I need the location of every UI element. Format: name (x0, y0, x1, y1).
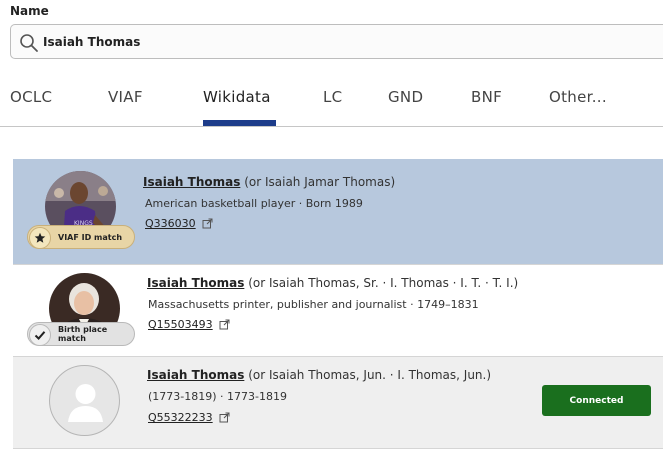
source-tabs: OCLC VIAF Wikidata LC GND BNF Other... (0, 82, 663, 127)
result-aliases: (or Isaiah Thomas, Sr. · I. Thomas · I. … (248, 276, 519, 290)
match-badge: VIAF ID match (27, 225, 135, 249)
external-link-icon[interactable] (219, 319, 230, 330)
result-id: Q55322233 (148, 411, 230, 424)
name-label: Name (10, 4, 49, 18)
list-item[interactable]: KINGS VIAF ID match Isaiah Thomas (or Is… (13, 159, 663, 265)
tab-oclc[interactable]: OCLC (10, 88, 52, 106)
result-id: Q336030 (145, 217, 213, 230)
external-link-icon[interactable] (202, 218, 213, 229)
result-name-link[interactable]: Isaiah Thomas (147, 368, 244, 382)
result-description: American basketball player · Born 1989 (145, 197, 363, 210)
qid-link[interactable]: Q15503493 (148, 318, 213, 331)
result-description: (1773-1819) · 1773-1819 (148, 390, 287, 403)
avatar-placeholder (49, 365, 120, 436)
tab-lc[interactable]: LC (323, 88, 342, 106)
result-aliases: (or Isaiah Jamar Thomas) (244, 175, 396, 189)
result-title: Isaiah Thomas (or Isaiah Thomas, Jun. · … (147, 368, 491, 382)
connected-button[interactable]: Connected (542, 385, 651, 416)
search-input[interactable] (43, 31, 603, 53)
checkmark-icon (29, 324, 51, 346)
result-name-link[interactable]: Isaiah Thomas (143, 175, 240, 189)
search-icon (20, 34, 38, 52)
list-item[interactable]: Birth place match Isaiah Thomas (or Isai… (13, 265, 663, 357)
result-aliases: (or Isaiah Thomas, Jun. · I. Thomas, Jun… (248, 368, 492, 382)
active-tab-indicator (203, 120, 276, 126)
result-description: Massachusetts printer, publisher and jou… (148, 298, 479, 311)
result-title: Isaiah Thomas (or Isaiah Thomas, Sr. · I… (147, 276, 518, 290)
tab-wikidata[interactable]: Wikidata (203, 88, 271, 106)
tab-gnd[interactable]: GND (388, 88, 423, 106)
result-name-link[interactable]: Isaiah Thomas (147, 276, 244, 290)
qid-link[interactable]: Q336030 (145, 217, 196, 230)
tab-bnf[interactable]: BNF (471, 88, 502, 106)
badge-label: Birth place match (58, 325, 108, 343)
result-id: Q15503493 (148, 318, 230, 331)
tab-viaf[interactable]: VIAF (108, 88, 143, 106)
search-box[interactable] (10, 24, 663, 59)
tab-other[interactable]: Other... (549, 88, 607, 106)
star-icon (29, 227, 51, 249)
external-link-icon[interactable] (219, 412, 230, 423)
badge-label: VIAF ID match (58, 232, 123, 242)
qid-link[interactable]: Q55322233 (148, 411, 213, 424)
list-item[interactable]: Isaiah Thomas (or Isaiah Thomas, Jun. · … (13, 357, 663, 449)
result-title: Isaiah Thomas (or Isaiah Jamar Thomas) (143, 175, 395, 189)
match-badge: Birth place match (27, 322, 135, 346)
